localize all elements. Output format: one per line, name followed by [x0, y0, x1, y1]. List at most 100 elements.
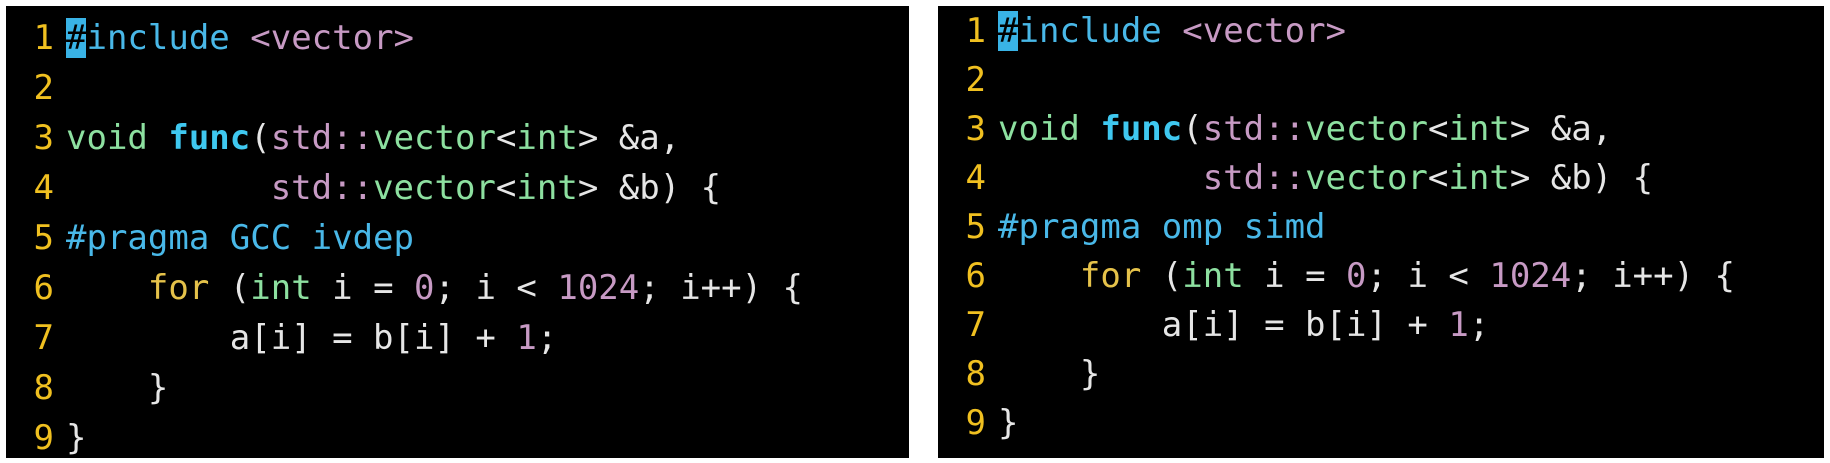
code-text: #include <vector>: [66, 13, 414, 63]
code-token: i =: [311, 268, 415, 308]
line-number: 5: [965, 207, 986, 247]
code-token: #pragma omp simd: [998, 207, 1326, 247]
code-text: for (int i = 0; i < 1024; i++) {: [998, 252, 1735, 301]
code-token: ;: [1468, 305, 1490, 345]
line-number: 2: [965, 60, 986, 100]
code-line[interactable]: 3 void func(std::vector<int> &a,: [938, 105, 1824, 154]
line-number: 3: [965, 109, 986, 149]
code-text: #include <vector>: [998, 7, 1346, 56]
code-line[interactable]: 5 #pragma GCC ivdep: [6, 213, 909, 263]
code-token: std: [1202, 109, 1265, 149]
code-text: std::vector<int> &b) {: [66, 163, 721, 213]
line-number: 9: [33, 418, 54, 458]
code-line[interactable]: 1 #include <vector>: [938, 7, 1824, 56]
code-line[interactable]: 6 for (int i = 0; i < 1024; i++) {: [938, 252, 1824, 301]
code-token: 1024: [1489, 256, 1572, 296]
code-token: include: [86, 18, 251, 58]
code-line[interactable]: 9}: [6, 413, 909, 463]
code-token: std: [1202, 158, 1265, 198]
code-token: void: [998, 109, 1101, 149]
code-text: }: [66, 413, 86, 463]
code-token: > &b) {: [577, 168, 722, 208]
code-token: 0: [414, 268, 435, 308]
code-token: }: [66, 368, 169, 408]
line-number: 8: [33, 368, 54, 408]
code-token: ::: [1264, 109, 1306, 149]
code-text: }: [998, 399, 1018, 448]
code-token: #pragma GCC ivdep: [66, 218, 414, 258]
code-token: std: [270, 118, 333, 158]
code-text: void func(std::vector<int> &a,: [66, 113, 680, 163]
code-token: include: [1018, 11, 1183, 51]
editor-pane-right[interactable]: 1 #include <vector> 2 3 void func(std::vecto…: [938, 6, 1824, 458]
code-line[interactable]: 8 }: [6, 363, 909, 413]
code-token: }: [66, 418, 87, 458]
code-token: <: [495, 168, 517, 208]
code-line[interactable]: 7 a[i] = b[i] + 1;: [6, 313, 909, 363]
code-token: vector: [1305, 109, 1428, 149]
code-token: ;: [536, 318, 558, 358]
code-token: vector: [1305, 158, 1428, 198]
code-text: #pragma GCC ivdep: [66, 213, 414, 263]
line-number: 4: [33, 168, 54, 208]
code-token: > &b) {: [1509, 158, 1654, 198]
code-token: std: [270, 168, 333, 208]
code-token: void: [66, 118, 169, 158]
code-token: a[i] = b[i] +: [66, 318, 517, 358]
code-token: ; i <: [1366, 256, 1490, 296]
code-token: i =: [1243, 256, 1347, 296]
line-number: 2: [33, 68, 54, 108]
code-line[interactable]: 6 for (int i = 0; i < 1024; i++) {: [6, 263, 909, 313]
code-token: a[i] = b[i] +: [998, 305, 1449, 345]
code-token: 1: [516, 318, 537, 358]
code-line[interactable]: 8 }: [938, 350, 1824, 399]
line-number: 1: [33, 18, 54, 58]
code-line[interactable]: 4 std::vector<int> &b) {: [938, 154, 1824, 203]
code-token: (: [209, 268, 251, 308]
code-token: int: [1182, 256, 1244, 296]
code-line[interactable]: 9}: [938, 399, 1824, 448]
code-text: }: [66, 363, 168, 413]
code-line[interactable]: 7 a[i] = b[i] + 1;: [938, 301, 1824, 350]
code-token: <vector>: [250, 18, 415, 58]
code-line[interactable]: 2: [938, 56, 1824, 105]
line-number: 4: [965, 158, 986, 198]
code-token: ; i <: [434, 268, 558, 308]
code-token: int: [250, 268, 312, 308]
code-line[interactable]: 5 #pragma omp simd: [938, 203, 1824, 252]
code-line[interactable]: 1 #include <vector>: [6, 13, 909, 63]
code-text: a[i] = b[i] + 1;: [66, 313, 558, 363]
code-token: ::: [332, 118, 374, 158]
code-line[interactable]: 2: [6, 63, 909, 113]
code-line[interactable]: 3 void func(std::vector<int> &a,: [6, 113, 909, 163]
code-token: (: [1141, 256, 1183, 296]
code-text: a[i] = b[i] + 1;: [998, 301, 1490, 350]
line-number: 7: [33, 318, 54, 358]
code-token: > &a,: [577, 118, 681, 158]
code-token: }: [998, 354, 1101, 394]
line-number: 9: [965, 403, 986, 443]
code-token: func: [1100, 109, 1183, 149]
line-number: 5: [33, 218, 54, 258]
code-text: #pragma omp simd: [998, 203, 1326, 252]
code-text: std::vector<int> &b) {: [998, 154, 1653, 203]
editor-pane-left[interactable]: 1 #include <vector>23 void func(std::vecto…: [6, 6, 909, 458]
code-token: <: [1427, 158, 1449, 198]
code-text: void func(std::vector<int> &a,: [998, 105, 1612, 154]
code-token: 1024: [557, 268, 640, 308]
code-line[interactable]: 4 std::vector<int> &b) {: [6, 163, 909, 213]
line-number: 6: [965, 256, 986, 296]
code-token: 1: [1448, 305, 1469, 345]
code-token: int: [516, 168, 578, 208]
code-token: ; i++) {: [639, 268, 804, 308]
code-token: int: [1448, 109, 1510, 149]
line-number: 7: [965, 305, 986, 345]
line-number: 1: [965, 11, 986, 51]
line-number: 6: [33, 268, 54, 308]
line-number: 8: [965, 354, 986, 394]
code-token: vector: [373, 118, 496, 158]
